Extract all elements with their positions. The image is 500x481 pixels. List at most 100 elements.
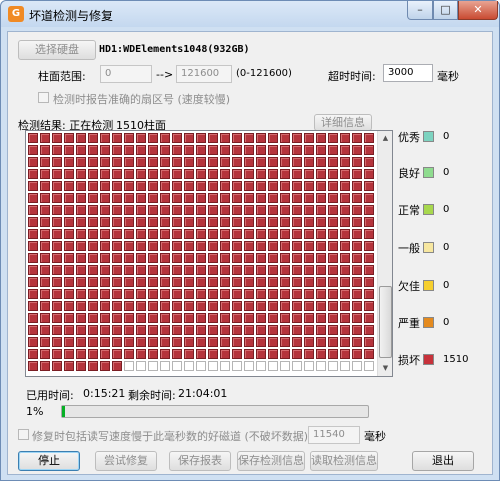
scroll-thumb[interactable]	[379, 286, 392, 358]
sector-cell	[364, 133, 374, 143]
sector-cell	[172, 169, 182, 179]
sector-cell	[232, 313, 242, 323]
sector-cell	[256, 325, 266, 335]
sector-cell	[292, 229, 302, 239]
read-info-button[interactable]: 读取检测信息	[310, 451, 378, 471]
sector-cell	[112, 325, 122, 335]
vertical-scrollbar[interactable]: ▲ ▼	[377, 131, 392, 376]
scroll-up-arrow-icon[interactable]: ▲	[379, 131, 392, 145]
sector-cell	[352, 301, 362, 311]
sector-cell	[244, 337, 254, 347]
sector-cell	[268, 277, 278, 287]
sector-cell	[208, 349, 218, 359]
sector-cell	[100, 133, 110, 143]
progress-percent: 1%	[26, 405, 44, 418]
sector-cell	[100, 169, 110, 179]
repair-ms-input[interactable]: 11540	[308, 426, 360, 444]
sector-cell	[76, 241, 86, 251]
sector-cell	[340, 265, 350, 275]
report-sector-checkbox[interactable]	[38, 92, 49, 103]
repair-slow-checkbox[interactable]	[18, 429, 29, 440]
sector-cell	[304, 229, 314, 239]
sector-cell	[148, 361, 158, 371]
sector-cell	[28, 157, 38, 167]
sector-cell	[76, 349, 86, 359]
sector-cell	[148, 229, 158, 239]
sector-cell	[244, 361, 254, 371]
details-button[interactable]: 详细信息	[314, 114, 372, 131]
try-repair-button[interactable]: 尝试修复	[95, 451, 157, 471]
sector-cell	[64, 181, 74, 191]
sector-cell	[52, 277, 62, 287]
sector-cell	[280, 169, 290, 179]
sector-cell	[148, 193, 158, 203]
scroll-down-arrow-icon[interactable]: ▼	[379, 361, 392, 375]
sector-cell	[28, 349, 38, 359]
sector-cell	[76, 301, 86, 311]
sector-cell	[124, 289, 134, 299]
sector-cell	[292, 241, 302, 251]
sector-cell	[352, 325, 362, 335]
sector-cell	[76, 265, 86, 275]
sector-cell	[196, 313, 206, 323]
timeout-input[interactable]: 3000	[383, 64, 433, 82]
sector-cell	[52, 325, 62, 335]
sector-cell	[268, 325, 278, 335]
sector-cell	[160, 205, 170, 215]
range-start-input[interactable]: 0	[100, 65, 152, 83]
sector-cell	[304, 349, 314, 359]
sector-cell	[256, 253, 266, 263]
sector-cell	[340, 361, 350, 371]
sector-cell	[340, 157, 350, 167]
legend-swatch	[423, 280, 434, 291]
sector-cell	[160, 349, 170, 359]
sector-cell	[148, 313, 158, 323]
sector-cell	[244, 277, 254, 287]
select-disk-button[interactable]: 选择硬盘	[18, 40, 96, 60]
exit-button[interactable]: 退出	[412, 451, 474, 471]
sector-cell	[160, 229, 170, 239]
sector-cell	[364, 241, 374, 251]
sector-cell	[112, 169, 122, 179]
sector-cell	[280, 277, 290, 287]
minimize-button[interactable]: –	[407, 1, 433, 20]
sector-cell	[112, 337, 122, 347]
sector-cell	[184, 133, 194, 143]
sector-cell	[88, 289, 98, 299]
sector-cell	[352, 157, 362, 167]
stop-button[interactable]: 停止	[18, 451, 80, 471]
sector-cell	[208, 301, 218, 311]
sector-cell	[220, 253, 230, 263]
sector-cell	[76, 277, 86, 287]
sector-cell	[256, 241, 266, 251]
sector-cell	[160, 241, 170, 251]
maximize-button[interactable]: □	[433, 1, 458, 20]
elapsed-label: 已用时间:	[26, 389, 74, 402]
sector-cell	[268, 361, 278, 371]
save-info-button[interactable]: 保存检测信息	[237, 451, 305, 471]
sector-cell	[364, 193, 374, 203]
sector-cell	[280, 133, 290, 143]
sector-cell	[364, 337, 374, 347]
sector-cell	[52, 289, 62, 299]
sector-cell	[184, 205, 194, 215]
sector-cell	[172, 265, 182, 275]
sector-cell	[40, 313, 50, 323]
sector-cell	[280, 181, 290, 191]
sector-cell	[232, 241, 242, 251]
range-end-input[interactable]: 121600	[176, 65, 232, 83]
sector-cell	[112, 145, 122, 155]
sector-cell	[292, 313, 302, 323]
legend-label: 欠佳	[398, 280, 420, 293]
sector-cell	[52, 301, 62, 311]
close-button[interactable]: ✕	[458, 1, 498, 20]
title-bar[interactable]: G 坏道检测与修复 – □ ✕	[1, 1, 499, 27]
sector-cell	[76, 169, 86, 179]
sector-cell	[256, 361, 266, 371]
save-report-button[interactable]: 保存报表	[169, 451, 231, 471]
sector-cell	[160, 157, 170, 167]
sector-cell	[28, 145, 38, 155]
sector-cell	[364, 289, 374, 299]
sector-cell	[244, 229, 254, 239]
sector-cell	[316, 157, 326, 167]
